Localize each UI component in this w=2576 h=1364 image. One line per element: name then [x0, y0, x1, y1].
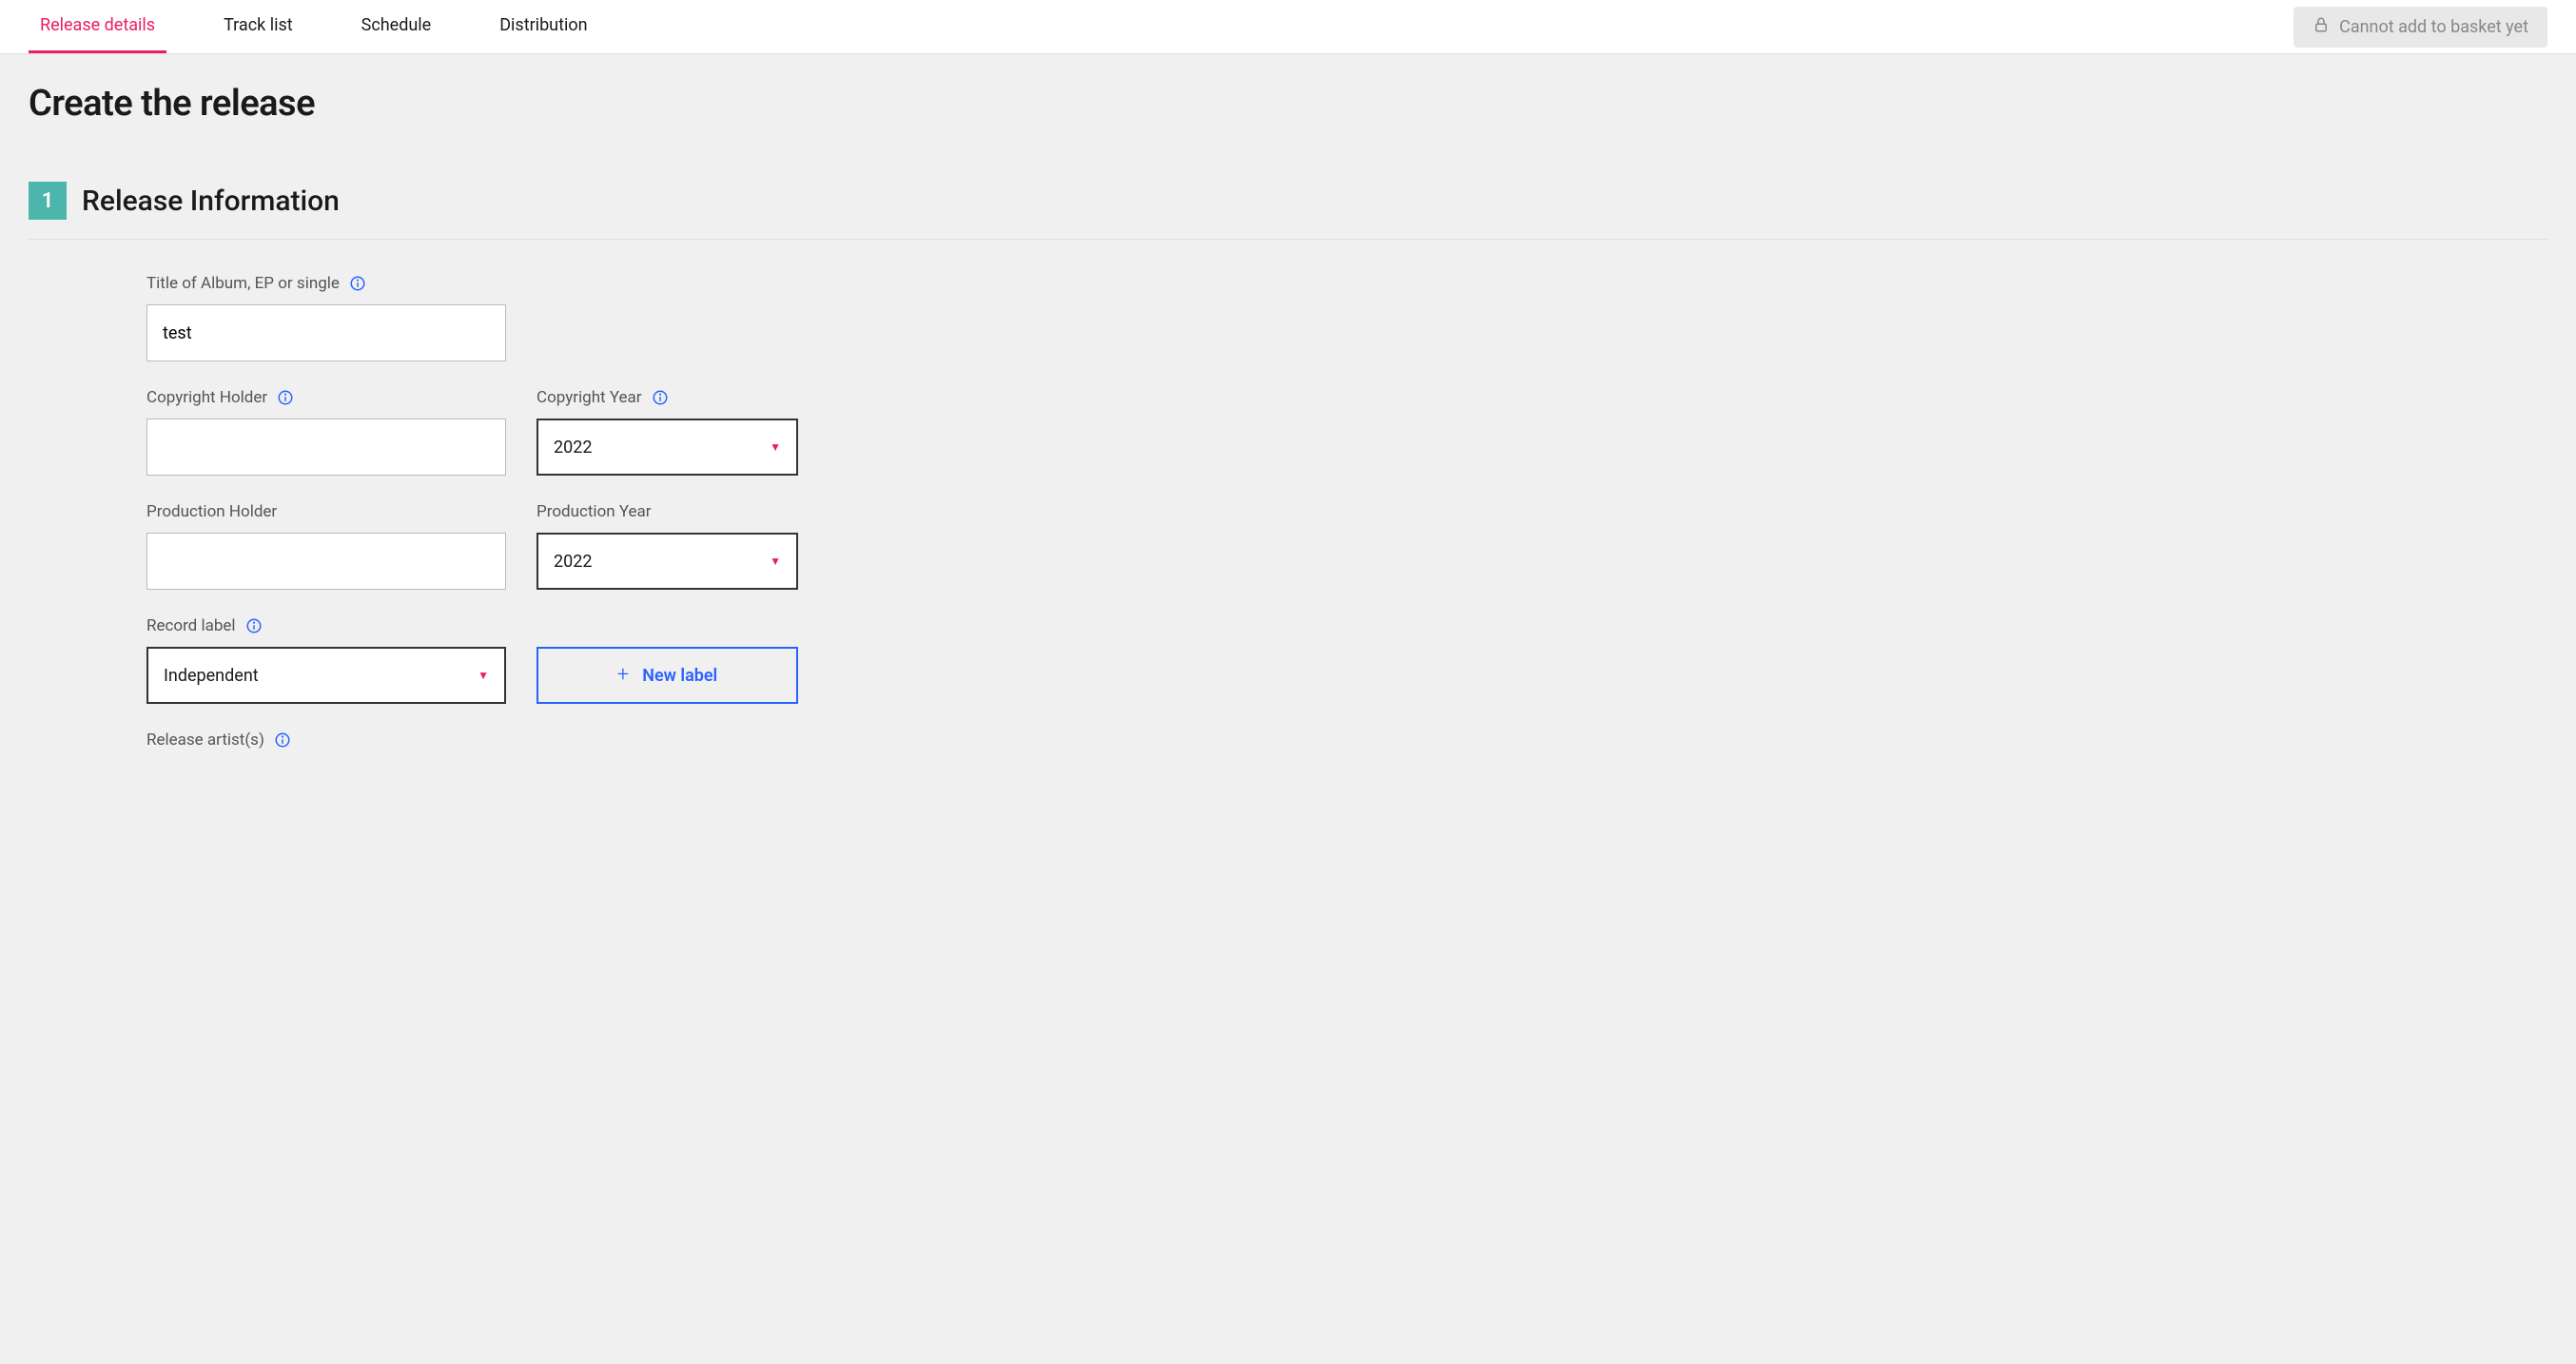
info-icon[interactable]: [652, 389, 669, 406]
plus-icon: +: [617, 665, 629, 686]
new-label-button[interactable]: + New label: [537, 647, 798, 704]
tab-distribution[interactable]: Distribution: [488, 0, 598, 53]
info-icon[interactable]: [274, 731, 291, 749]
caret-down-icon: ▼: [478, 669, 489, 682]
tabs-container: Release details Track list Schedule Dist…: [29, 0, 599, 53]
copyright-year-label: Copyright Year: [537, 388, 798, 407]
lock-icon: [2313, 16, 2330, 38]
basket-notice-text: Cannot add to basket yet: [2339, 17, 2528, 37]
tab-track-list[interactable]: Track list: [212, 0, 304, 53]
section-divider: [29, 239, 2547, 240]
page-title: Create the release: [29, 83, 2547, 125]
section-number-badge: 1: [29, 182, 67, 220]
tab-schedule[interactable]: Schedule: [350, 0, 443, 53]
tab-bar: Release details Track list Schedule Dist…: [0, 0, 2576, 54]
title-label: Title of Album, EP or single: [146, 274, 506, 293]
production-holder-input[interactable]: [146, 533, 506, 590]
caret-down-icon: ▼: [770, 440, 781, 454]
record-label-label: Record label: [146, 616, 506, 635]
tab-release-details[interactable]: Release details: [29, 0, 166, 53]
content-area: Create the release 1 Release Information…: [0, 54, 2576, 816]
production-year-select[interactable]: 2022 ▼: [537, 533, 798, 590]
form-area: Title of Album, EP or single Copyright H…: [29, 274, 2547, 761]
info-icon[interactable]: [245, 617, 263, 634]
production-year-label: Production Year: [537, 502, 798, 521]
basket-notice: Cannot add to basket yet: [2293, 7, 2547, 48]
info-icon[interactable]: [349, 275, 366, 292]
copyright-year-select[interactable]: 2022 ▼: [537, 419, 798, 476]
caret-down-icon: ▼: [770, 555, 781, 568]
record-label-select[interactable]: Independent ▼: [146, 647, 506, 704]
copyright-holder-label: Copyright Holder: [146, 388, 506, 407]
section-header: 1 Release Information: [29, 182, 2547, 220]
info-icon[interactable]: [277, 389, 294, 406]
production-holder-label: Production Holder: [146, 502, 506, 521]
copyright-holder-input[interactable]: [146, 419, 506, 476]
title-input[interactable]: [146, 304, 506, 361]
release-artists-label: Release artist(s): [146, 731, 291, 750]
section-title: Release Information: [82, 185, 340, 218]
